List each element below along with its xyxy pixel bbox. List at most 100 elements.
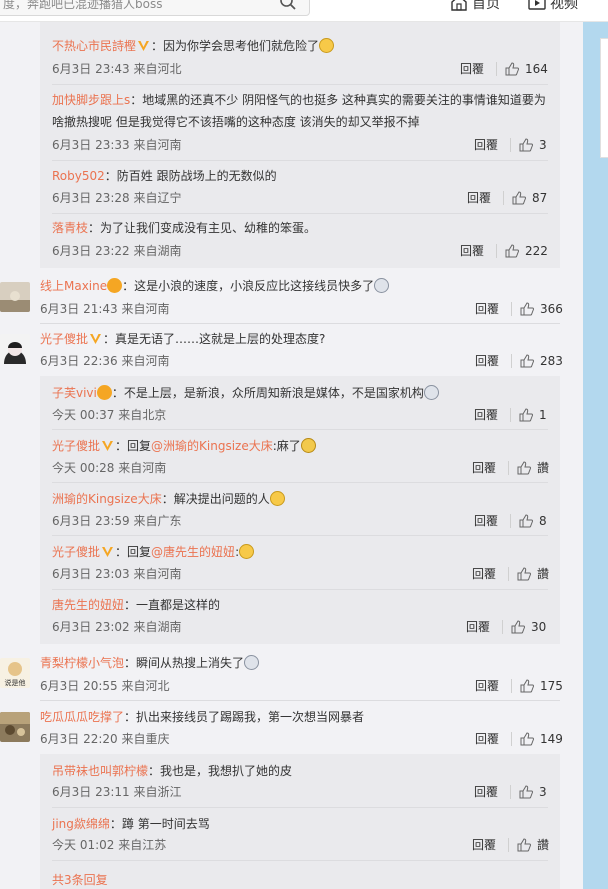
comment-actions: 回覆 3 [474,784,547,800]
comment-meta: 6月3日 23:02 来自湖南 [52,620,182,634]
like-icon[interactable] [517,567,532,581]
user-name[interactable]: 青梨柠檬小气泡 [40,656,124,670]
search-icon[interactable] [279,0,297,11]
comment-actions: 回覆 8 [474,513,547,529]
cry-emoji-icon [244,655,260,670]
comment-meta: 6月3日 21:43 来自河南 [40,302,170,316]
avatar[interactable]: 说是他 [0,658,30,688]
user-name[interactable]: 加快脚步跟上s [52,93,130,107]
reply-button[interactable]: 回覆 [474,137,498,153]
verified-badge-icon [102,547,114,557]
comment-meta: 今天 00:28 来自河南 [52,461,167,475]
user-name[interactable]: 唐先生的妞妞 [52,598,124,612]
nav-video-label: 视频 [550,0,578,12]
like-icon[interactable] [517,838,532,852]
like-icon[interactable] [520,732,535,746]
reply-button[interactable]: 回覆 [466,619,490,635]
smile-emoji-icon [319,38,335,53]
like-count: 222 [525,244,548,258]
reply-button[interactable]: 回覆 [472,837,496,853]
user-name[interactable]: Roby502 [52,169,105,183]
user-name[interactable]: 线上Maxine [40,279,107,293]
reply-button[interactable]: 回覆 [472,460,496,476]
reply-button[interactable]: 回覆 [475,353,499,369]
user-name[interactable]: 光子傻批 [52,439,100,453]
divider [52,84,548,85]
divider [52,807,548,808]
reply-button[interactable]: 回覆 [475,731,499,747]
tear-emoji-icon [239,544,255,559]
like-count: 87 [532,191,548,205]
divider [52,160,548,161]
divider [52,213,548,214]
comment-text-line2: 啥撤热搜呢 但是我觉得它不该捂嘴的这种态度 该消失的却又举报不掉 [52,115,420,129]
comment-actions: 回覆 讚 [472,566,549,582]
reply-button[interactable]: 回覆 [467,190,491,206]
comment-meta: 6月3日 22:36 来自河南 [40,354,170,368]
comment-content: jing歘绵绵：蹲 第一时间去骂 [52,817,210,831]
user-name[interactable]: 吃瓜瓜瓜吃撑了 [40,710,124,724]
user-name[interactable]: 子芙vivi [52,386,97,400]
reply-button[interactable]: 回覆 [474,513,498,529]
comment-text: 为了让我们变成没有主见、幼稚的笨蛋。 [100,221,317,235]
like-icon[interactable] [519,408,534,422]
user-name[interactable]: jing歘绵绵 [52,817,110,831]
nav-home[interactable]: 首页 [450,0,500,14]
sweat-emoji-icon [300,438,316,453]
avatar[interactable] [0,334,30,364]
reply-button[interactable]: 回覆 [475,678,499,694]
user-name[interactable]: 光子傻批 [40,332,88,346]
like-count: 175 [540,679,563,693]
more-replies-link[interactable]: 共3条回复 [52,871,108,888]
like-icon[interactable] [520,354,535,368]
comment-content: 子芙vivi ：不是上层，是新浪，众所周知新浪是媒体，不是国家机构 [52,385,439,401]
comment-actions: 回覆 366 [475,301,563,317]
like-icon[interactable] [505,244,520,258]
like-icon[interactable] [519,514,534,528]
like-icon[interactable] [519,785,534,799]
nav-home-label: 首页 [472,0,500,12]
like-count: 3 [539,138,547,152]
user-name[interactable]: 不热心市民詩樫 [52,39,136,53]
like-icon[interactable] [520,679,535,693]
reply-button[interactable]: 回覆 [460,243,484,259]
divider [40,323,560,324]
comment-actions: 回覆 3 [474,137,547,153]
reply-button[interactable]: 回覆 [460,61,484,77]
reply-button[interactable]: 回覆 [474,407,498,423]
reply-button[interactable]: 回覆 [472,566,496,582]
like-icon[interactable] [505,62,520,76]
avatar[interactable] [0,712,30,742]
user-name[interactable]: 吊带袜也叫郭柠檬 [52,764,148,778]
divider [52,535,548,536]
user-name[interactable]: 落青枝 [52,221,88,235]
like-icon[interactable] [511,620,526,634]
user-name[interactable]: 洲瑜的Kingsize大床 [52,492,162,506]
mention-link[interactable]: @洲瑜的Kingsize大床 [151,439,273,453]
like-icon[interactable] [519,138,534,152]
like-icon[interactable] [520,302,535,316]
comment-meta: 今天 00:37 来自北京 [52,408,167,422]
mention-link[interactable]: @唐先生的妞妞 [151,545,235,559]
reply-button[interactable]: 回覆 [475,301,499,317]
comment-meta: 6月3日 23:59 来自广东 [52,514,182,528]
like-icon[interactable] [517,461,532,475]
like-count: 149 [540,732,563,746]
avatar-chigua-icon [0,712,30,742]
comment-text: 蹲 第一时间去骂 [121,817,210,831]
search-input[interactable]: 度，奔跑吧已混迹播猎人boss [0,0,310,16]
like-count: 3 [539,785,547,799]
nav-video[interactable]: 视频 [528,0,578,14]
comment-content: 吊带袜也叫郭柠檬：我也是，我想扒了她的皮 [52,764,293,778]
like-count: 30 [531,620,547,634]
comment-meta: 6月3日 23:03 来自河南 [52,567,182,581]
like-label: 讚 [537,838,550,852]
user-name[interactable]: 光子傻批 [52,545,100,559]
comment-content: 吃瓜瓜瓜吃撑了：扒出来接线员了踢踢我，第一次想当网暴者 [40,710,365,724]
reply-button[interactable]: 回覆 [474,784,498,800]
like-icon[interactable] [512,191,527,205]
home-icon [451,0,467,11]
avatar[interactable] [0,282,30,312]
comment-actions: 回覆 222 [460,243,548,259]
comment-meta: 6月3日 22:20 来自重庆 [40,732,170,746]
